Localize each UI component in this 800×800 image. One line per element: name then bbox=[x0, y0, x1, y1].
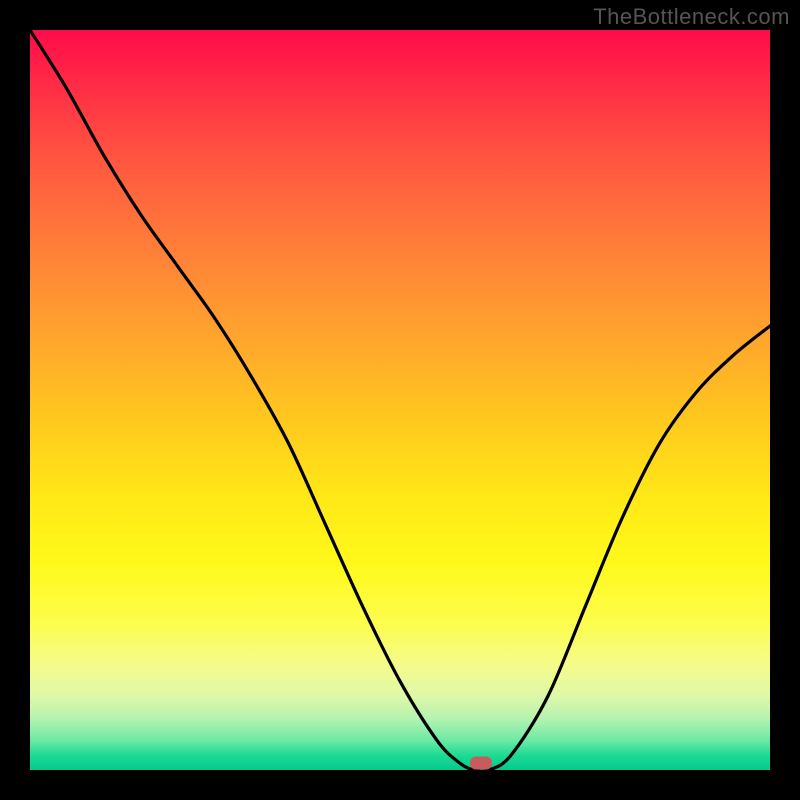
chart-frame: TheBottleneck.com bbox=[0, 0, 800, 800]
curve-svg bbox=[30, 30, 770, 770]
optimal-point-marker bbox=[470, 756, 492, 769]
watermark-text: TheBottleneck.com bbox=[593, 4, 790, 30]
plot-area bbox=[30, 30, 770, 770]
bottleneck-curve-path bbox=[30, 30, 770, 770]
